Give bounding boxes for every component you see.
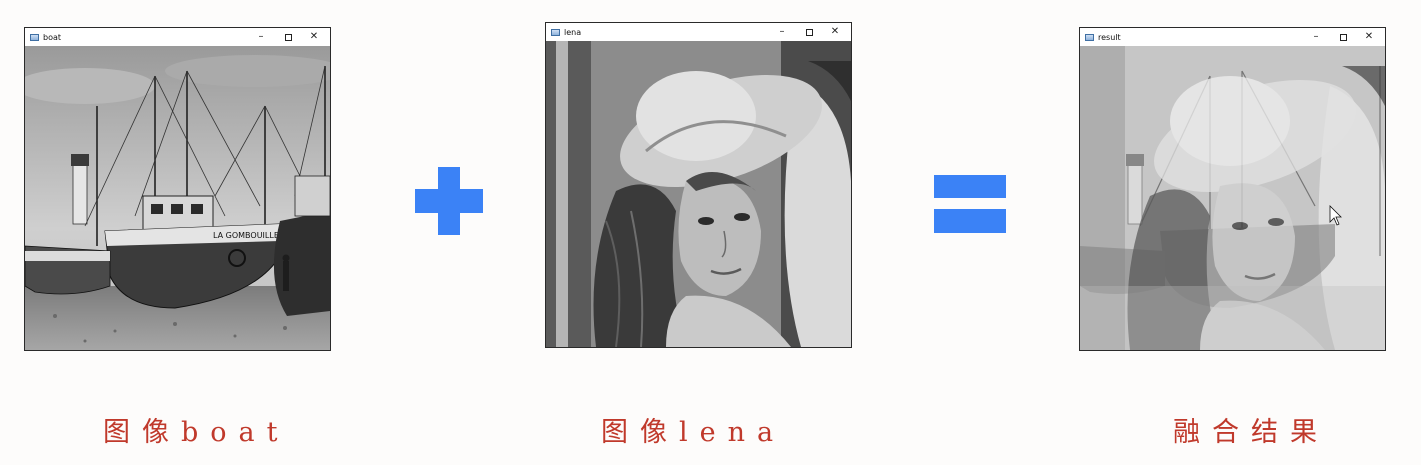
- window-title: result: [1098, 32, 1121, 42]
- close-button[interactable]: ✕: [301, 28, 327, 46]
- svg-text:LA GOMBOUILLE: LA GOMBOUILLE: [213, 231, 279, 240]
- equals-bottom-bar: [934, 209, 1006, 233]
- plus-icon: [415, 167, 483, 235]
- caption-lena: 图像lena: [601, 417, 786, 448]
- maximize-icon: [284, 33, 292, 41]
- equals-top-bar: [934, 175, 1006, 198]
- equals-icon: [934, 175, 1006, 233]
- maximize-button[interactable]: [275, 28, 301, 46]
- result-image: [1080, 46, 1385, 350]
- boat-window: boat – ✕ LA GOMBOUILLE: [24, 27, 331, 351]
- maximize-icon: [805, 28, 813, 36]
- window-app-icon: [30, 33, 39, 41]
- window-app-icon: [1085, 33, 1094, 41]
- minimize-button[interactable]: –: [769, 23, 795, 41]
- boat-titlebar[interactable]: boat – ✕: [25, 28, 330, 46]
- maximize-button[interactable]: [796, 23, 822, 41]
- caption-boat: 图像boat: [103, 417, 290, 448]
- lena-image: [546, 41, 851, 347]
- close-button[interactable]: ✕: [822, 23, 848, 41]
- minimize-button[interactable]: –: [1303, 28, 1329, 46]
- maximize-button[interactable]: [1330, 28, 1356, 46]
- lena-window: lena – ✕: [545, 22, 852, 348]
- result-window: result – ✕: [1079, 27, 1386, 351]
- window-app-icon: [551, 28, 560, 36]
- plus-horizontal-bar: [415, 189, 483, 213]
- lena-titlebar[interactable]: lena – ✕: [546, 23, 851, 41]
- caption-result: 融合结果: [1173, 417, 1329, 448]
- close-button[interactable]: ✕: [1356, 28, 1382, 46]
- minimize-button[interactable]: –: [248, 28, 274, 46]
- boat-image: LA GOMBOUILLE: [25, 46, 330, 350]
- maximize-icon: [1339, 33, 1347, 41]
- result-titlebar[interactable]: result – ✕: [1080, 28, 1385, 46]
- window-title: lena: [564, 27, 582, 37]
- window-title: boat: [43, 32, 62, 42]
